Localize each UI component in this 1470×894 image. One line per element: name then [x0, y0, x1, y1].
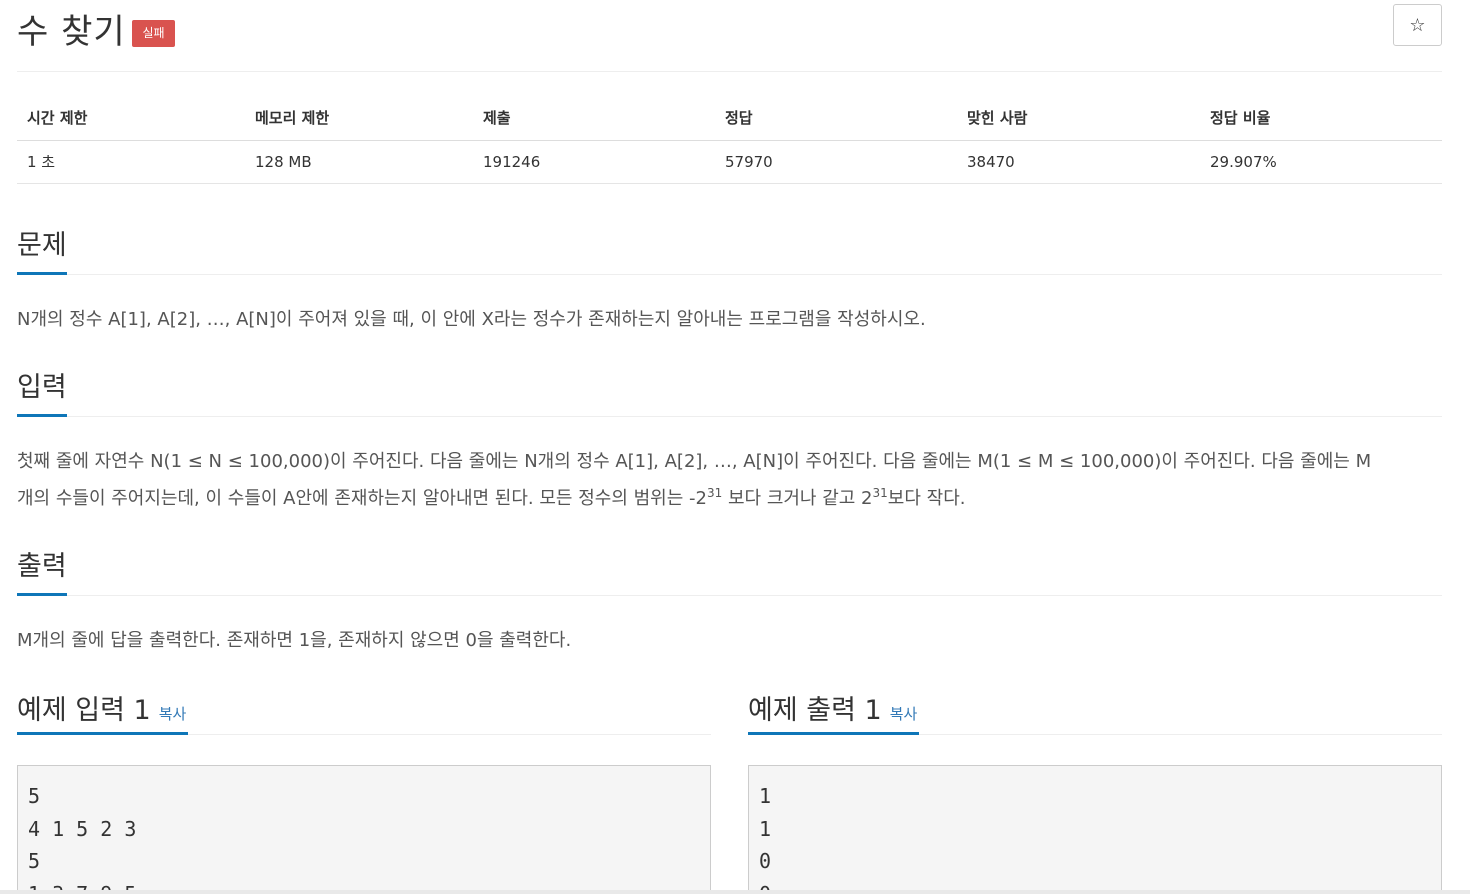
info-value-ratio: 29.907%	[1200, 140, 1442, 184]
input-text-line-2: 개의 수들이 주어지는데, 이 수들이 A안에 존재하는지 알아내면 된다. 모…	[17, 480, 1442, 517]
sample-output-title: 예제 출력 1	[748, 695, 882, 726]
info-value-submissions: 191246	[473, 140, 715, 184]
sample-output-copy-link[interactable]: 복사	[890, 705, 918, 723]
info-header-memory-limit: 메모리 제한	[245, 95, 473, 141]
input-section-header: 입력	[17, 365, 1442, 417]
info-header-ratio: 정답 비율	[1200, 95, 1442, 141]
input-text-line-2-part-1: 개의 수들이 주어지는데, 이 수들이 A안에 존재하는지 알아내면 된다. 모…	[17, 488, 707, 509]
info-value-time-limit: 1 초	[17, 140, 245, 184]
sample-input-header: 예제 입력 1 복사	[17, 688, 711, 735]
sample-output-block[interactable]: 1 1 0 0 1	[748, 765, 1442, 894]
info-header-accepted: 정답	[715, 95, 957, 141]
input-section-title: 입력	[17, 365, 67, 417]
output-text: M개의 줄에 답을 출력한다. 존재하면 1을, 존재하지 않으면 0을 출력한…	[17, 630, 572, 651]
bottom-scroll-edge	[0, 890, 1470, 894]
sample-input-title: 예제 입력 1	[17, 695, 151, 726]
sample-input-title-wrap: 예제 입력 1 복사	[17, 688, 189, 735]
info-value-solvers: 38470	[957, 140, 1200, 184]
exponent-2: 31	[872, 486, 888, 500]
sample-input-copy-link[interactable]: 복사	[159, 705, 187, 723]
description-text: N개의 정수 A[1], A[2], …, A[N]이 주어져 있을 때, 이 …	[17, 309, 926, 330]
sample-input-block[interactable]: 5 4 1 5 2 3 5 1 3 7 9 5	[17, 765, 711, 894]
star-icon: ☆	[1409, 14, 1426, 36]
problem-title: 수 찾기	[17, 12, 126, 52]
info-value-accepted: 57970	[715, 140, 957, 184]
input-text-line-1: 첫째 줄에 자연수 N(1 ≤ N ≤ 100,000)이 주어진다. 다음 줄…	[17, 451, 1372, 472]
info-header-row: 시간 제한 메모리 제한 제출 정답 맞힌 사람 정답 비율	[17, 95, 1442, 141]
sample-output-header: 예제 출력 1 복사	[748, 688, 1442, 735]
problem-page: 수 찾기 실패 ☆ 시간 제한 메모리 제한 제출 정답 맞힌 사람 정답 비율…	[17, 0, 1442, 894]
status-badge: 실패	[132, 20, 175, 47]
output-section-title: 출력	[17, 544, 67, 596]
info-header-time-limit: 시간 제한	[17, 95, 245, 141]
exponent-1: 31	[706, 486, 723, 500]
description-section-header: 문제	[17, 223, 1442, 275]
sample-output-title-wrap: 예제 출력 1 복사	[748, 688, 920, 735]
info-value-row: 1 초 128 MB 191246 57970 38470 29.907%	[17, 140, 1442, 184]
problem-info-table: 시간 제한 메모리 제한 제출 정답 맞힌 사람 정답 비율 1 초 128 M…	[17, 95, 1442, 184]
info-value-memory-limit: 128 MB	[245, 140, 473, 184]
input-text: 첫째 줄에 자연수 N(1 ≤ N ≤ 100,000)이 주어진다. 다음 줄…	[17, 443, 1442, 517]
info-header-solvers: 맞힌 사람	[957, 95, 1200, 141]
input-text-line-2-part-2: 보다 크거나 같고 2	[722, 488, 873, 509]
problem-header: 수 찾기 실패 ☆	[17, 0, 1442, 72]
input-text-line-2-part-3: 보다 작다.	[887, 488, 966, 509]
star-button[interactable]: ☆	[1393, 4, 1442, 46]
info-header-submissions: 제출	[473, 95, 715, 141]
description-section-title: 문제	[17, 223, 67, 275]
output-section-header: 출력	[17, 544, 1442, 596]
